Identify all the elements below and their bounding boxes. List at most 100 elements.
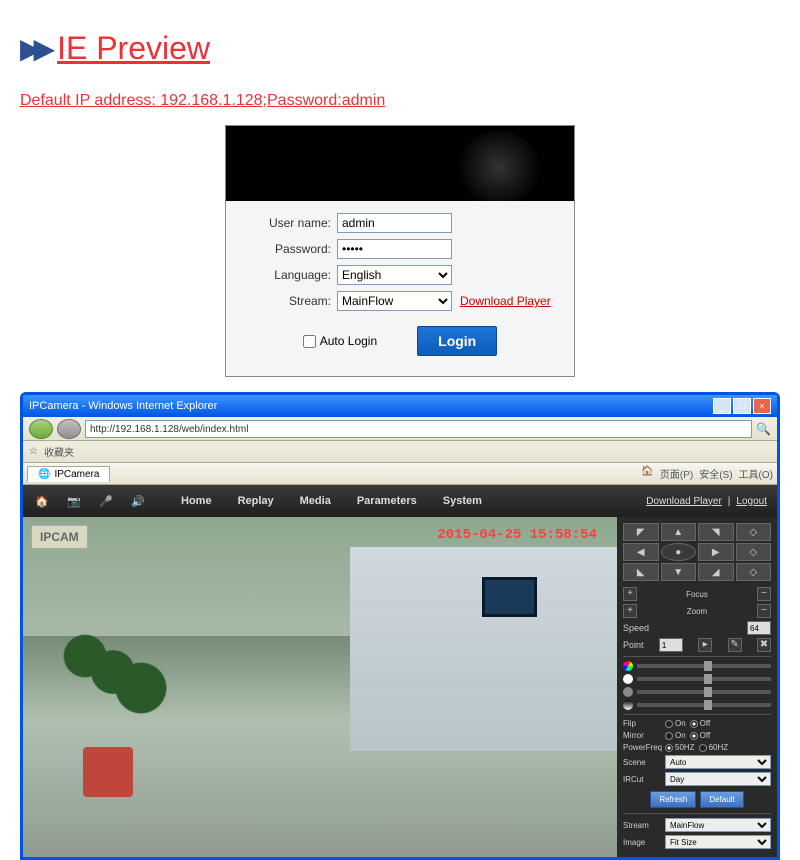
powerfreq-label: PowerFreq [623, 743, 661, 752]
saturation-icon [623, 700, 633, 710]
ptz-aux3[interactable]: ◇ [736, 563, 772, 581]
login-header-image [226, 126, 574, 201]
logout-link[interactable]: Logout [736, 496, 767, 507]
page-title: IE Preview [57, 30, 210, 67]
auto-login-label: Auto Login [320, 334, 377, 348]
video-timestamp: 2015-04-25 15:58:54 [437, 527, 597, 543]
point-go[interactable]: ▸ [698, 638, 712, 652]
tool-page[interactable]: 页面(P) [660, 466, 693, 481]
auto-login-input[interactable] [303, 335, 316, 348]
ircut-select[interactable]: Day [665, 772, 771, 786]
focus-plus[interactable]: + [623, 587, 637, 601]
point-input[interactable] [659, 638, 683, 652]
zoom-plus[interactable]: + [623, 604, 637, 618]
stream-select[interactable]: MainFlow [337, 291, 452, 311]
mirror-label: Mirror [623, 731, 661, 740]
speaker-icon[interactable]: 🔊 [129, 492, 147, 510]
dome-camera-icon [454, 131, 544, 201]
scene-select[interactable]: Auto [665, 755, 771, 769]
image-select[interactable]: Fit Size [665, 835, 771, 849]
freq-60[interactable]: 60HZ [699, 743, 729, 752]
ptz-up-right[interactable]: ◥ [698, 523, 734, 541]
freq-50[interactable]: 50HZ [665, 743, 695, 752]
zoom-label: Zoom [687, 607, 707, 616]
ipcam-badge: IPCAM [31, 525, 88, 549]
ptz-aux2[interactable]: ◇ [736, 543, 772, 561]
ptz-aux1[interactable]: ◇ [736, 523, 772, 541]
point-del[interactable]: ✖ [757, 638, 771, 652]
username-input[interactable] [337, 213, 452, 233]
refresh-button[interactable]: Refresh [650, 791, 696, 808]
bottom-stream-label: Stream [623, 821, 661, 830]
double-arrow-icon: ▶▶ [20, 32, 47, 65]
stream-label: Stream: [241, 294, 331, 308]
brightness-slider[interactable] [637, 677, 771, 681]
ie-tab-bar: 🌐 IPCamera 🏠 页面(P) 安全(S) 工具(O) [23, 463, 777, 485]
ptz-left[interactable]: ◀ [623, 543, 659, 561]
focus-minus[interactable]: − [757, 587, 771, 601]
contrast-slider[interactable] [637, 690, 771, 694]
speed-label: Speed [623, 623, 649, 633]
zoom-minus[interactable]: − [757, 604, 771, 618]
point-set[interactable]: ✎ [728, 638, 742, 652]
ie-favorites-bar: ☆ 收藏夹 [23, 441, 777, 463]
url-bar[interactable]: http://192.168.1.128/web/index.html [85, 420, 752, 438]
video-frame [482, 577, 537, 617]
ie-toolbar: http://192.168.1.128/web/index.html 🔍 [23, 417, 777, 441]
ptz-down-right[interactable]: ◢ [698, 563, 734, 581]
ptz-center[interactable]: ● [661, 543, 697, 561]
window-title: IPCamera - Windows Internet Explorer [29, 400, 217, 412]
ptz-down-left[interactable]: ◣ [623, 563, 659, 581]
hue-slider[interactable] [637, 664, 771, 668]
speed-input[interactable] [747, 621, 771, 635]
nav-media[interactable]: Media [300, 495, 331, 507]
tool-tools[interactable]: 工具(O) [739, 466, 773, 481]
saturation-slider[interactable] [637, 703, 771, 707]
search-icon[interactable]: 🔍 [756, 422, 771, 436]
flip-label: Flip [623, 719, 661, 728]
ptz-up-left[interactable]: ◤ [623, 523, 659, 541]
language-select[interactable]: English [337, 265, 452, 285]
mic-icon[interactable]: 🎤 [97, 492, 115, 510]
browser-window: IPCamera - Windows Internet Explorer _ □… [20, 392, 780, 860]
brightness-icon [623, 674, 633, 684]
ircut-label: IRCut [623, 775, 661, 784]
browser-tab[interactable]: 🌐 IPCamera [27, 466, 110, 482]
close-button[interactable]: × [753, 398, 771, 414]
camera-icon[interactable]: 📷 [65, 492, 83, 510]
forward-button[interactable] [57, 419, 81, 439]
video-plant [43, 597, 183, 797]
tool-security[interactable]: 安全(S) [699, 466, 732, 481]
mirror-on[interactable]: On [665, 731, 686, 740]
password-input[interactable] [337, 239, 452, 259]
login-button[interactable]: Login [417, 326, 497, 356]
control-panel: ◤ ▲ ◥ ◇ ◀ ● ▶ ◇ ◣ ▼ ◢ ◇ + Focus − + Zoom [617, 517, 777, 857]
image-label: Image [623, 838, 661, 847]
video-feed[interactable]: IPCAM 2015-04-25 15:58:54 [23, 517, 617, 857]
flip-off[interactable]: Off [690, 719, 711, 728]
app-download-player-link[interactable]: Download Player [646, 496, 722, 507]
favorites-label[interactable]: 收藏夹 [44, 444, 74, 459]
minimize-button[interactable]: _ [713, 398, 731, 414]
nav-parameters[interactable]: Parameters [357, 495, 417, 507]
ptz-down[interactable]: ▼ [661, 563, 697, 581]
mirror-off[interactable]: Off [690, 731, 711, 740]
ptz-right[interactable]: ▶ [698, 543, 734, 561]
login-panel: User name: Password: Language: English S… [225, 125, 575, 377]
maximize-button[interactable]: □ [733, 398, 751, 414]
nav-replay[interactable]: Replay [238, 495, 274, 507]
home-icon[interactable]: 🏠 [33, 492, 51, 510]
home-icon[interactable]: 🏠 [641, 466, 653, 481]
auto-login-checkbox[interactable]: Auto Login [303, 334, 377, 348]
back-button[interactable] [29, 419, 53, 439]
app-menu-bar: 🏠 📷 🎤 🔊 Home Replay Media Parameters Sys… [23, 485, 777, 517]
flip-on[interactable]: On [665, 719, 686, 728]
default-button[interactable]: Default [700, 791, 743, 808]
ptz-up[interactable]: ▲ [661, 523, 697, 541]
bottom-stream-select[interactable]: MainFlow [665, 818, 771, 832]
nav-home[interactable]: Home [181, 495, 212, 507]
download-player-link[interactable]: Download Player [460, 294, 551, 308]
nav-system[interactable]: System [443, 495, 482, 507]
favorites-star-icon[interactable]: ☆ [29, 446, 38, 457]
scene-label: Scene [623, 758, 661, 767]
